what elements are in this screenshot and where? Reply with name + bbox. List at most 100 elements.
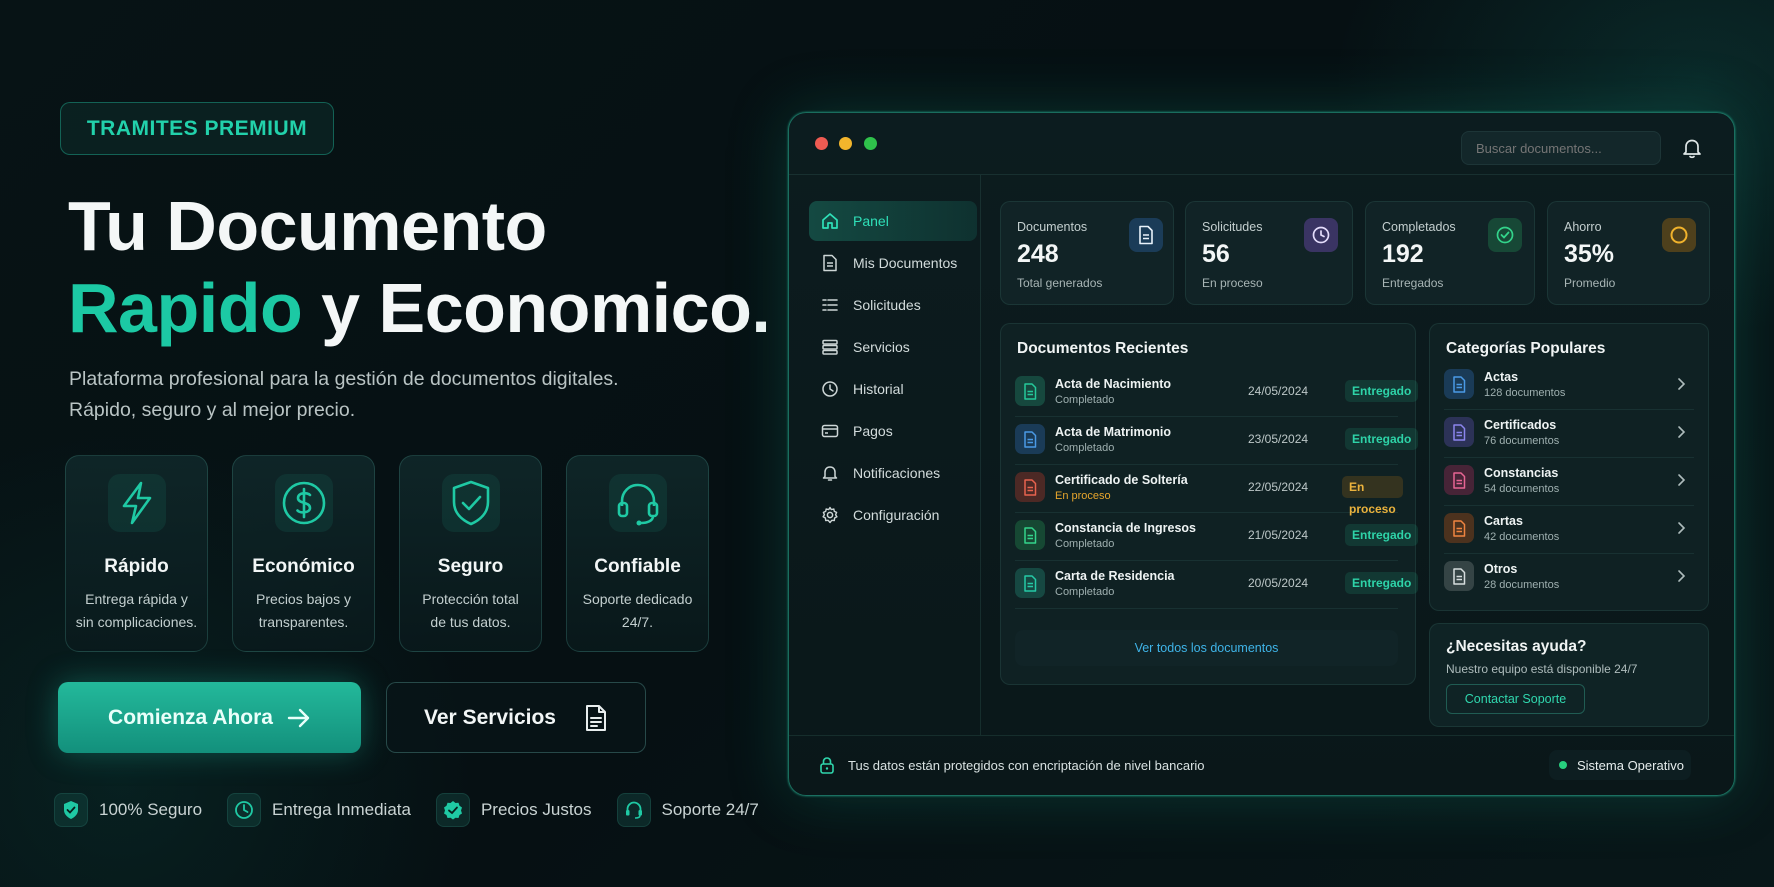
sidebar-item-label: Pagos [853, 423, 893, 439]
hero-title-accent: Rapido [68, 269, 303, 347]
close-window-button[interactable] [815, 137, 828, 150]
bell-icon [821, 464, 839, 482]
tag-check-icon [435, 793, 470, 827]
status-dot [1559, 761, 1567, 769]
ver-servicios-label: Ver Servicios [424, 705, 556, 729]
window-footer: Tus datos están protegidos con encriptac… [789, 735, 1734, 795]
document-name: Carta de Residencia [1055, 569, 1175, 583]
help-desc: Nuestro equipo está disponible 24/7 [1446, 662, 1638, 676]
trust-item-seguro: 100% Seguro [54, 793, 202, 827]
category-row[interactable]: Certificados 76 documentos [1444, 410, 1694, 458]
category-name: Otros [1484, 562, 1518, 576]
chevron-right-icon [1676, 377, 1686, 391]
file-icon [1015, 520, 1045, 550]
file-icon [1444, 369, 1474, 399]
category-count: 28 documentos [1484, 579, 1560, 591]
document-date: 21/05/2024 [1248, 528, 1309, 542]
maximize-window-button[interactable] [864, 137, 877, 150]
sidebar-item-historial[interactable]: Historial [809, 369, 977, 409]
sidebar-item-pagos[interactable]: Pagos [809, 411, 977, 451]
sidebar-item-label: Panel [853, 213, 889, 229]
help-card: ¿Necesitas ayuda? Nuestro equipo está di… [1429, 623, 1709, 727]
sidebar-item-solicitudes[interactable]: Solicitudes [809, 285, 977, 325]
document-row[interactable]: Acta de Matrimonio Completado 23/05/2024… [1015, 417, 1419, 465]
feature-title: Confiable [594, 556, 681, 577]
coin-icon [1662, 218, 1696, 252]
ver-servicios-button[interactable]: Ver Servicios [386, 682, 646, 753]
category-name: Actas [1484, 370, 1519, 384]
search-input[interactable] [1461, 131, 1661, 165]
clock-icon [821, 380, 839, 398]
minimize-window-button[interactable] [839, 137, 852, 150]
status-badge: Entregado [1345, 380, 1419, 402]
category-row[interactable]: Cartas 42 documentos [1444, 506, 1694, 554]
feature-card-rapido: Rápido Entrega rápida y sin complicacione… [65, 455, 208, 652]
trust-bar: 100% Seguro Entrega Inmediata Precios Ju… [54, 793, 784, 827]
sidebar-item-label: Solicitudes [853, 297, 921, 313]
stat-value: 248 [1017, 240, 1059, 268]
comienza-ahora-button[interactable]: Comienza Ahora [58, 682, 361, 753]
feature-desc: Protección total de tus datos. [406, 588, 536, 634]
sidebar-item-label: Mis Documentos [853, 255, 958, 271]
category-count: 76 documentos [1484, 435, 1560, 447]
feature-title: Económico [252, 556, 355, 577]
category-count: 128 documentos [1484, 387, 1566, 399]
feature-desc-line: transparentes. [258, 614, 349, 630]
feature-desc: Precios bajos y transparentes. [239, 588, 369, 634]
chevron-right-icon [1676, 425, 1686, 439]
check-circle-icon [1488, 218, 1522, 252]
feature-card-seguro: Seguro Protección total de tus datos. [399, 455, 542, 652]
lock-icon [819, 756, 835, 774]
file-icon [1444, 417, 1474, 447]
stat-card-completados: Completados 192 Entregados [1365, 201, 1535, 305]
document-row[interactable]: Constancia de Ingresos Completado 21/05/… [1015, 513, 1419, 561]
sidebar-item-mis-documentos[interactable]: Mis Documentos [809, 243, 977, 283]
file-icon [1015, 376, 1045, 406]
document-name: Constancia de Ingresos [1055, 521, 1197, 535]
sidebar-item-servicios[interactable]: Servicios [809, 327, 977, 367]
stat-card-solicitudes: Solicitudes 56 En proceso [1185, 201, 1353, 305]
hero-subtitle-line1: Plataforma profesional para la gestión d… [69, 368, 619, 390]
document-state: Completado [1055, 442, 1115, 454]
document-row[interactable]: Carta de Residencia Completado 20/05/202… [1015, 561, 1419, 609]
document-date: 23/05/2024 [1248, 432, 1309, 446]
headset-icon [616, 793, 651, 827]
sidebar-item-configuracion[interactable]: Configuración [809, 495, 977, 535]
bell-icon[interactable] [1682, 137, 1702, 159]
document-row[interactable]: Acta de Nacimiento Completado 24/05/2024… [1015, 369, 1419, 417]
clock-icon [227, 793, 262, 827]
category-row[interactable]: Actas 128 documentos [1444, 362, 1694, 410]
trust-label: Entrega Inmediata [272, 800, 411, 819]
sidebar-item-label: Configuración [853, 507, 940, 523]
feature-cards: Rápido Entrega rápida y sin complicacione… [65, 455, 709, 652]
status-badge: En proceso [1342, 476, 1403, 516]
stat-card-documentos: Documentos 248 Total generados [1000, 201, 1174, 305]
document-name: Acta de Nacimiento [1055, 377, 1172, 391]
document-date: 24/05/2024 [1248, 384, 1309, 398]
clock-icon [1304, 218, 1338, 252]
chevron-right-icon [1676, 569, 1686, 583]
category-row[interactable]: Otros 28 documentos [1444, 554, 1694, 602]
contact-support-button[interactable]: Contactar Soporte [1446, 684, 1585, 714]
document-row[interactable]: Certificado de Soltería En proceso 22/05… [1015, 465, 1403, 516]
category-name: Cartas [1484, 514, 1523, 528]
document-name: Certificado de Soltería [1055, 473, 1188, 487]
trust-item-entrega: Entrega Inmediata [227, 793, 411, 827]
help-title: ¿Necesitas ayuda? [1446, 638, 1587, 655]
hero-title-line1: Tu Documento [68, 187, 547, 265]
stat-sub: Promedio [1564, 276, 1616, 290]
stat-card-ahorro: Ahorro 35% Promedio [1547, 201, 1710, 305]
trust-item-precios: Precios Justos [435, 793, 592, 827]
sidebar-item-notificaciones[interactable]: Notificaciones [809, 453, 977, 493]
category-row[interactable]: Constancias 54 documentos [1444, 458, 1694, 506]
hero-title-rest: y Economico. [302, 269, 771, 347]
app-window: Panel Mis Documentos Solicitudes Servici… [788, 112, 1735, 796]
status-badge: Entregado [1345, 572, 1419, 594]
sidebar-item-panel[interactable]: Panel [809, 201, 977, 241]
recent-documents-panel: Documentos Recientes Acta de Nacimiento … [1000, 323, 1419, 685]
hero-subtitle-line2: Rápido, seguro y al mejor precio. [69, 399, 356, 421]
document-icon [1129, 218, 1163, 252]
view-all-documents-link[interactable]: Ver todos los documentos [1015, 630, 1398, 666]
stat-value: 35% [1564, 240, 1615, 268]
shield-icon [54, 793, 88, 827]
